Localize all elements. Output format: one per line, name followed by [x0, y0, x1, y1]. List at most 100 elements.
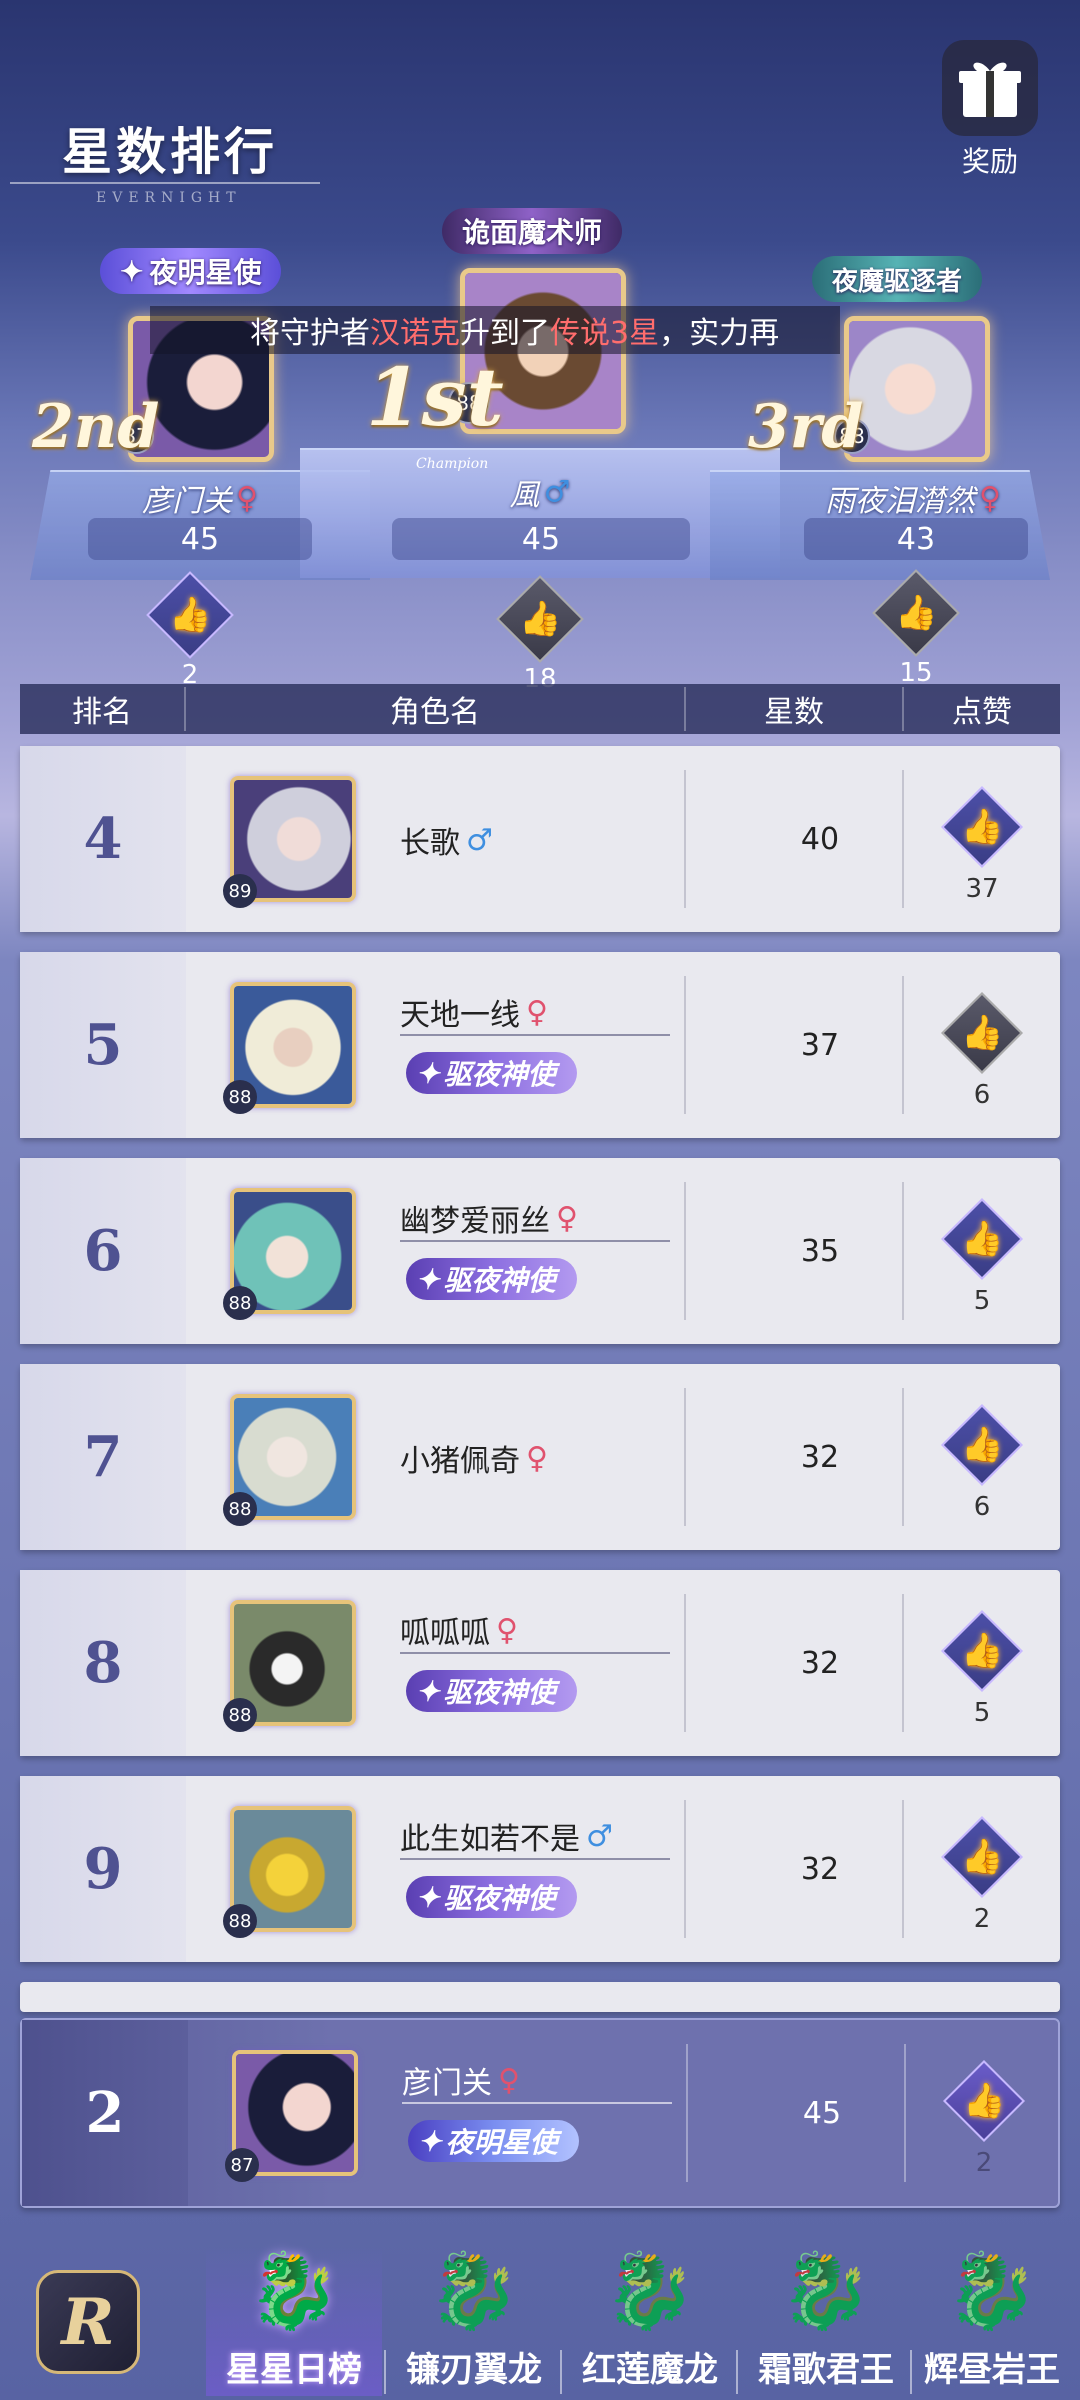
- like-button[interactable]: 👍 5: [922, 1197, 1042, 1316]
- like-button-third[interactable]: 👍 15: [872, 569, 960, 688]
- divider: [902, 1800, 904, 1938]
- female-icon: ♀: [496, 1612, 518, 1648]
- title-badge: ✦ 驱夜神使: [406, 1052, 578, 1094]
- title-banner-third: 夜魔驱逐者: [812, 256, 983, 302]
- divider: [684, 1594, 686, 1732]
- female-icon: ♀: [236, 480, 258, 516]
- name-text: 彦门关: [402, 2066, 492, 2101]
- like-button-second[interactable]: 👍 2: [146, 571, 234, 690]
- table-row-partial[interactable]: [20, 1982, 1060, 2012]
- rank-number: 5: [20, 952, 186, 1138]
- level-badge: 88: [223, 1904, 257, 1938]
- tab-label: 镰刃翼龙: [406, 2350, 542, 2390]
- marquee-text: 将守护者: [250, 316, 370, 351]
- thumbs-up-icon: 👍: [894, 593, 938, 633]
- tab-label: 辉昼岩王: [924, 2350, 1060, 2390]
- name-text: 幽梦爱丽丝: [400, 1204, 550, 1239]
- name-text: 雨夜泪潸然: [825, 484, 976, 519]
- star-count: 32: [800, 1439, 840, 1475]
- thumbs-up-icon: 👍: [960, 1219, 1004, 1259]
- star-count: 40: [800, 821, 840, 857]
- player-name[interactable]: 长歌 ♂: [400, 818, 493, 862]
- divider: [902, 1388, 904, 1526]
- like-button[interactable]: 👍 2: [924, 2059, 1044, 2178]
- dragon-icon: 🐉: [945, 2248, 1039, 2334]
- rank-number: 6: [20, 1158, 186, 1344]
- player-name-third[interactable]: 雨夜泪潸然 ♀: [808, 476, 1018, 520]
- name-text: 呱呱呱: [400, 1616, 490, 1651]
- name-text: 風: [509, 478, 540, 513]
- table-row[interactable]: 7 88 小猪佩奇 ♀ 32 👍 6: [20, 1364, 1060, 1550]
- tab-label: 红莲魔龙: [582, 2350, 718, 2390]
- thumbs-up-icon: 👍: [960, 1013, 1004, 1053]
- tab-crimson-lotus-dragon[interactable]: 🐉 红莲魔龙: [562, 2246, 738, 2396]
- divider: [684, 1800, 686, 1938]
- like-button[interactable]: 👍 2: [922, 1815, 1042, 1934]
- name-text: 小猪佩奇: [400, 1444, 520, 1479]
- tab-daily-stars[interactable]: 🐉 星星日榜: [206, 2246, 382, 2396]
- player-name[interactable]: 彦门关 ♀: [402, 2058, 520, 2102]
- female-icon: ♀: [498, 2062, 520, 2098]
- player-name-first[interactable]: 風 ♂: [420, 470, 660, 514]
- star-count: 37: [800, 1027, 840, 1063]
- table-row[interactable]: 9 88 此生如若不是 ♂ ✦ 驱夜神使 32 👍 2: [20, 1776, 1060, 1962]
- tab-daybreak-rock-king[interactable]: 🐉 辉昼岩王: [904, 2246, 1080, 2396]
- gift-icon: [942, 40, 1038, 136]
- thumbs-up-icon: 👍: [960, 1631, 1004, 1671]
- divider: [684, 1388, 686, 1526]
- star-count-second: 45: [88, 518, 312, 560]
- like-button[interactable]: 👍 5: [922, 1609, 1042, 1728]
- title-badge: ✦ 驱夜神使: [406, 1670, 578, 1712]
- r-logo-icon[interactable]: R: [36, 2270, 140, 2374]
- badge-label: 驱夜神使: [443, 1264, 556, 1297]
- player-name-second[interactable]: 彦门关 ♀: [80, 476, 320, 520]
- name-underline: [402, 2102, 672, 2104]
- player-name[interactable]: 此生如若不是 ♂: [400, 1814, 613, 1858]
- level-badge: 88: [223, 1080, 257, 1114]
- title-badge: ✦ 驱夜神使: [406, 1258, 578, 1300]
- name-underline: [400, 1240, 670, 1242]
- tab-label: 霜歌君王: [758, 2350, 894, 2390]
- badge-label: 驱夜神使: [443, 1882, 556, 1915]
- my-ranking-row[interactable]: 2 87 彦门关 ♀ ✦ 夜明星使 45 👍 2: [20, 2018, 1060, 2208]
- dragon-icon: 🐉: [779, 2248, 873, 2334]
- divider: [904, 2044, 906, 2182]
- divider: [902, 976, 904, 1114]
- tab-scythe-wyvern[interactable]: 🐉 镰刃翼龙: [386, 2246, 562, 2396]
- column-header-rank: 排名: [20, 687, 186, 731]
- rank-number: 7: [20, 1364, 186, 1550]
- tab-frostsong-king[interactable]: 🐉 霜歌君王: [738, 2246, 914, 2396]
- like-count: 6: [973, 1080, 991, 1110]
- rank-label-first: 1st: [366, 350, 504, 444]
- level-badge: 88: [223, 1698, 257, 1732]
- rank-number: 9: [20, 1776, 186, 1962]
- badge-label: 驱夜神使: [443, 1058, 556, 1091]
- banner-label: 夜明星使: [149, 256, 262, 289]
- like-count: 37: [965, 874, 999, 904]
- table-row[interactable]: 6 88 幽梦爱丽丝 ♀ ✦ 驱夜神使 35 👍 5: [20, 1158, 1060, 1344]
- player-name[interactable]: 呱呱呱 ♀: [400, 1608, 518, 1652]
- page-title: 星数排行: [62, 122, 278, 181]
- like-button[interactable]: 👍 37: [922, 785, 1042, 904]
- player-name[interactable]: 小猪佩奇 ♀: [400, 1436, 548, 1480]
- title-decoration: [10, 182, 320, 188]
- table-row[interactable]: 5 88 天地一线 ♀ ✦ 驱夜神使 37 👍 6: [20, 952, 1060, 1138]
- table-row[interactable]: 8 88 呱呱呱 ♀ ✦ 驱夜神使 32 👍 5: [20, 1570, 1060, 1756]
- like-button-first[interactable]: 👍 18: [496, 575, 584, 694]
- like-count: 2: [975, 2148, 993, 2178]
- like-button[interactable]: 👍 6: [922, 991, 1042, 1110]
- dragon-icon: 🐉: [427, 2248, 521, 2334]
- female-icon: ♀: [526, 994, 548, 1030]
- star-icon: ✦: [416, 1262, 440, 1296]
- rank-label-third: 3rd: [748, 392, 864, 462]
- like-button[interactable]: 👍 6: [922, 1403, 1042, 1522]
- player-name[interactable]: 天地一线 ♀: [400, 990, 548, 1034]
- title-badge: ✦ 驱夜神使: [406, 1876, 578, 1918]
- divider: [684, 976, 686, 1114]
- player-name[interactable]: 幽梦爱丽丝 ♀: [400, 1196, 578, 1240]
- divider: [686, 2044, 688, 2182]
- reward-button[interactable]: 奖励: [935, 40, 1045, 180]
- table-row[interactable]: 4 89 长歌 ♂ 40 👍 37: [20, 746, 1060, 932]
- name-text: 此生如若不是: [400, 1822, 580, 1857]
- dragon-icon: 🐉: [247, 2248, 341, 2334]
